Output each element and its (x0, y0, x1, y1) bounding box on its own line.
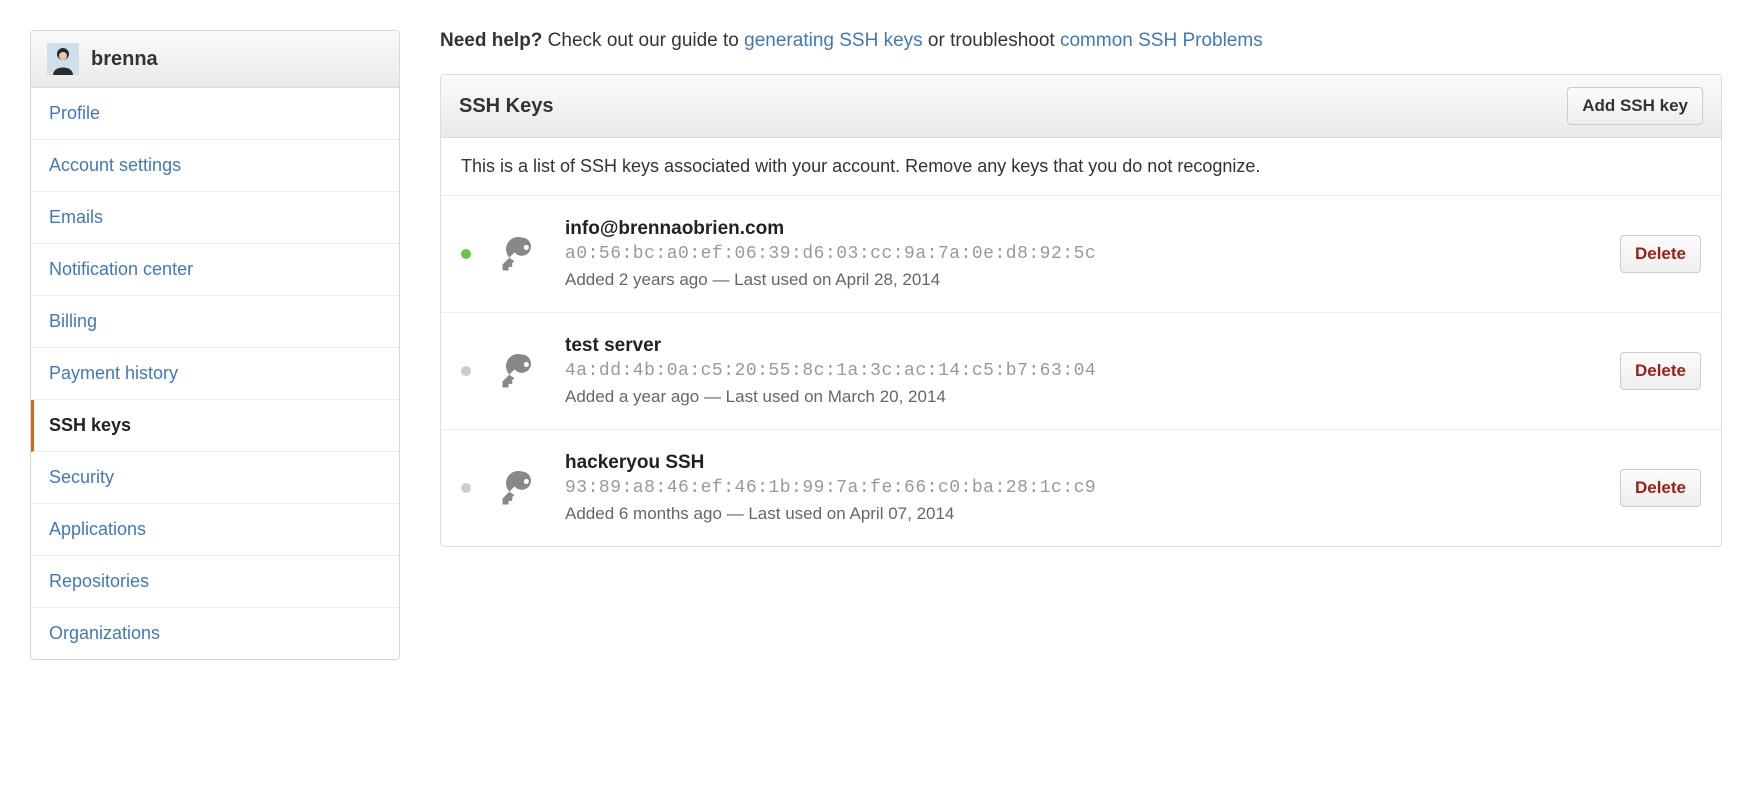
sidebar-item-organizations[interactable]: Organizations (31, 608, 399, 659)
sidebar-item-notification-center[interactable]: Notification center (31, 244, 399, 296)
ssh-key-fingerprint: 4a:dd:4b:0a:c5:20:55:8c:1a:3c:ac:14:c5:b… (565, 361, 1600, 381)
panel-description: This is a list of SSH keys associated wi… (441, 138, 1721, 196)
ssh-key-actions: Delete (1620, 352, 1701, 390)
sidebar-item-label: SSH keys (49, 415, 131, 435)
ssh-key-list: info@brennaobrien.com a0:56:bc:a0:ef:06:3… (441, 196, 1721, 546)
sidebar-item-label: Profile (49, 103, 100, 123)
link-generating-ssh-keys[interactable]: generating SSH keys (744, 30, 923, 51)
ssh-key-row: test server 4a:dd:4b:0a:c5:20:55:8c:1a:3c… (441, 313, 1721, 430)
ssh-key-info: info@brennaobrien.com a0:56:bc:a0:ef:06:3… (565, 218, 1600, 290)
link-common-ssh-problems[interactable]: common SSH Problems (1060, 30, 1263, 51)
delete-ssh-key-button[interactable]: Delete (1620, 469, 1701, 507)
ssh-key-title: test server (565, 335, 1600, 357)
status-indicator (461, 249, 471, 259)
ssh-key-fingerprint: a0:56:bc:a0:ef:06:39:d6:03:cc:9a:7a:0e:d… (565, 244, 1600, 264)
ssh-key-fingerprint: 93:89:a8:46:ef:46:1b:99:7a:fe:66:c0:ba:2… (565, 478, 1600, 498)
key-icon (495, 466, 543, 510)
sidebar-item-ssh-keys[interactable]: SSH keys (31, 400, 399, 452)
ssh-key-meta: Added 6 months ago — Last used on April … (565, 504, 1600, 524)
sidebar-item-payment-history[interactable]: Payment history (31, 348, 399, 400)
sidebar-username: brenna (91, 48, 158, 71)
ssh-key-meta: Added 2 years ago — Last used on April 2… (565, 270, 1600, 290)
sidebar-item-applications[interactable]: Applications (31, 504, 399, 556)
delete-ssh-key-button[interactable]: Delete (1620, 235, 1701, 273)
add-ssh-key-button[interactable]: Add SSH key (1567, 87, 1703, 125)
sidebar-item-label: Notification center (49, 259, 193, 279)
delete-ssh-key-button[interactable]: Delete (1620, 352, 1701, 390)
status-indicator (461, 366, 471, 376)
sidebar-item-label: Emails (49, 207, 103, 227)
sidebar-item-label: Account settings (49, 155, 181, 175)
help-text-1: Check out our guide to (542, 30, 744, 51)
sidebar-header: brenna (31, 31, 399, 88)
help-text-2: or troubleshoot (923, 30, 1060, 51)
main-content: Need help? Check out our guide to genera… (440, 30, 1722, 547)
sidebar-item-repositories[interactable]: Repositories (31, 556, 399, 608)
sidebar: brenna Profile Account settings Emails Noti… (30, 30, 400, 660)
key-icon (495, 232, 543, 276)
sidebar-item-security[interactable]: Security (31, 452, 399, 504)
ssh-key-title: info@brennaobrien.com (565, 218, 1600, 240)
sidebar-item-account-settings[interactable]: Account settings (31, 140, 399, 192)
panel-header: SSH Keys Add SSH key (441, 75, 1721, 138)
sidebar-item-label: Billing (49, 311, 97, 331)
sidebar-item-billing[interactable]: Billing (31, 296, 399, 348)
sidebar-item-emails[interactable]: Emails (31, 192, 399, 244)
ssh-key-actions: Delete (1620, 235, 1701, 273)
ssh-key-row: info@brennaobrien.com a0:56:bc:a0:ef:06:3… (441, 196, 1721, 313)
ssh-key-info: test server 4a:dd:4b:0a:c5:20:55:8c:1a:3c… (565, 335, 1600, 407)
sidebar-item-label: Applications (49, 519, 146, 539)
sidebar-item-profile[interactable]: Profile (31, 88, 399, 140)
ssh-key-title: hackeryou SSH (565, 452, 1600, 474)
sidebar-item-label: Repositories (49, 571, 149, 591)
sidebar-item-label: Payment history (49, 363, 178, 383)
help-line: Need help? Check out our guide to genera… (440, 30, 1722, 52)
panel-title: SSH Keys (459, 95, 554, 118)
status-indicator (461, 483, 471, 493)
ssh-keys-panel: SSH Keys Add SSH key This is a list of S… (440, 74, 1722, 547)
sidebar-item-label: Organizations (49, 623, 160, 643)
ssh-key-row: hackeryou SSH 93:89:a8:46:ef:46:1b:99:7a:… (441, 430, 1721, 546)
key-icon (495, 349, 543, 393)
ssh-key-info: hackeryou SSH 93:89:a8:46:ef:46:1b:99:7a:… (565, 452, 1600, 524)
sidebar-item-label: Security (49, 467, 114, 487)
avatar (47, 43, 79, 75)
ssh-key-meta: Added a year ago — Last used on March 20… (565, 387, 1600, 407)
ssh-key-actions: Delete (1620, 469, 1701, 507)
help-prefix: Need help? (440, 30, 542, 51)
